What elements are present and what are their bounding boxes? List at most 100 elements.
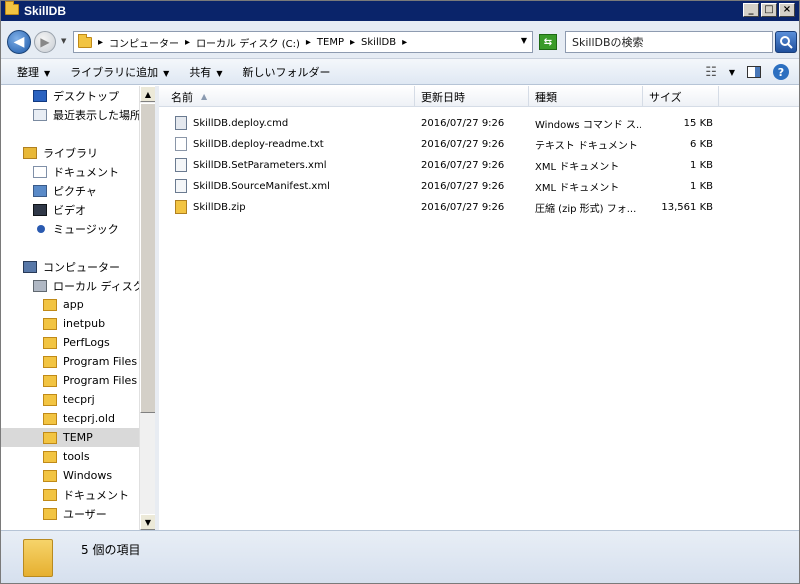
breadcrumb-separator[interactable]: ▸ bbox=[306, 37, 311, 48]
breadcrumb-separator[interactable]: ▸ bbox=[98, 37, 103, 48]
nav-label: inetpub bbox=[63, 317, 106, 330]
nav-item-app[interactable]: app bbox=[1, 295, 139, 314]
nav-label: PerfLogs bbox=[63, 336, 110, 349]
navigation-pane: デスクトップ 最近表示した場所 ライブラリ ドキュメント ピクチャ ビデオ ミュ… bbox=[1, 86, 139, 530]
folder-icon bbox=[23, 539, 53, 577]
title-bar[interactable]: SkillDB _ □ × bbox=[1, 1, 799, 21]
breadcrumb-drive[interactable]: ローカル ディスク (C:) bbox=[196, 35, 300, 50]
column-header-type[interactable]: 種類 bbox=[529, 86, 643, 107]
column-header-date[interactable]: 更新日時 bbox=[415, 86, 529, 107]
nav-item-documents-folder[interactable]: ドキュメント bbox=[1, 485, 139, 504]
nav-item-tools[interactable]: tools bbox=[1, 447, 139, 466]
search-input[interactable]: SkillDBの検索 bbox=[565, 31, 773, 53]
refresh-button[interactable]: ⇆ bbox=[539, 34, 557, 50]
breadcrumb-separator[interactable]: ▸ bbox=[185, 37, 190, 48]
help-icon[interactable]: ? bbox=[773, 64, 789, 80]
file-row[interactable]: SkillDB.zip 2016/07/27 9:26 圧縮 (zip 形式) … bbox=[159, 197, 799, 217]
details-pane: 5 個の項目 bbox=[1, 530, 799, 583]
breadcrumb-separator[interactable]: ▸ bbox=[402, 37, 407, 48]
preview-pane-icon[interactable] bbox=[747, 66, 761, 78]
text-file-icon bbox=[175, 137, 187, 151]
file-date: 2016/07/27 9:26 bbox=[421, 159, 505, 171]
new-folder-label: 新しいフォルダー bbox=[242, 65, 331, 79]
view-options-icon[interactable]: ☷ bbox=[705, 65, 717, 80]
nav-item-music[interactable]: ミュージック bbox=[1, 219, 139, 238]
file-size: 6 KB bbox=[690, 138, 713, 150]
item-count: 5 個の項目 bbox=[81, 543, 141, 557]
search-placeholder: SkillDBの検索 bbox=[572, 36, 644, 49]
chevron-down-icon: ▼ bbox=[44, 68, 51, 78]
nav-item-users[interactable]: ユーザー bbox=[1, 504, 139, 523]
nav-item-videos[interactable]: ビデオ bbox=[1, 200, 139, 219]
file-row[interactable]: SkillDB.SetParameters.xml 2016/07/27 9:2… bbox=[159, 155, 799, 175]
breadcrumb-skilldb[interactable]: SkillDB bbox=[361, 37, 396, 48]
nav-item-temp[interactable]: TEMP bbox=[1, 428, 139, 447]
nav-label: デスクトップ bbox=[53, 89, 119, 103]
breadcrumb-computer[interactable]: コンピューター bbox=[109, 35, 179, 50]
recent-pages-dropdown[interactable]: ▼ bbox=[61, 37, 66, 45]
nav-item-program-files-x86[interactable]: Program Files (: bbox=[1, 371, 139, 390]
chevron-down-icon: ▼ bbox=[216, 68, 223, 78]
breadcrumb-separator[interactable]: ▸ bbox=[350, 37, 355, 48]
close-button[interactable]: × bbox=[779, 3, 795, 17]
nav-label: tecprj.old bbox=[63, 412, 115, 425]
scroll-down-button[interactable]: ▼ bbox=[140, 514, 156, 530]
nav-item-desktop[interactable]: デスクトップ bbox=[1, 86, 139, 105]
nav-item-libraries[interactable]: ライブラリ bbox=[1, 143, 139, 162]
pictures-icon bbox=[33, 184, 47, 197]
file-row[interactable]: SkillDB.deploy-readme.txt 2016/07/27 9:2… bbox=[159, 134, 799, 154]
folder-icon bbox=[43, 431, 57, 444]
drive-icon bbox=[33, 279, 47, 292]
nav-item-computer[interactable]: コンピューター bbox=[1, 257, 139, 276]
column-size-label: サイズ bbox=[649, 90, 682, 104]
nav-item-inetpub[interactable]: inetpub bbox=[1, 314, 139, 333]
organize-button[interactable]: 整理 ▼ bbox=[17, 64, 50, 80]
breadcrumb-temp[interactable]: TEMP bbox=[317, 37, 344, 48]
file-name: SkillDB.deploy-readme.txt bbox=[193, 138, 324, 150]
new-folder-button[interactable]: 新しいフォルダー bbox=[242, 64, 330, 80]
folder-icon bbox=[78, 33, 92, 48]
maximize-button[interactable]: □ bbox=[761, 3, 777, 17]
nav-label: Windows bbox=[63, 469, 113, 482]
folder-icon bbox=[43, 374, 57, 387]
sort-ascending-icon: ▲ bbox=[201, 92, 208, 101]
address-dropdown[interactable]: ▼ bbox=[521, 36, 527, 45]
file-row[interactable]: SkillDB.deploy.cmd 2016/07/27 9:26 Windo… bbox=[159, 113, 799, 133]
share-button[interactable]: 共有 ▼ bbox=[189, 64, 222, 80]
minimize-button[interactable]: _ bbox=[743, 3, 759, 17]
add-to-library-button[interactable]: ライブラリに追加 ▼ bbox=[70, 64, 169, 80]
nav-item-tecprj[interactable]: tecprj bbox=[1, 390, 139, 409]
file-type: テキスト ドキュメント bbox=[535, 140, 638, 152]
nav-item-windows[interactable]: Windows bbox=[1, 466, 139, 485]
zip-folder-icon bbox=[175, 200, 187, 214]
scroll-up-button[interactable]: ▲ bbox=[140, 86, 156, 102]
address-row: ◀ ▶ ▼ ▸ コンピューター ▸ ローカル ディスク (C:) ▸ TEMP … bbox=[1, 21, 799, 59]
nav-label: 最近表示した場所 bbox=[53, 108, 139, 122]
nav-label: ミュージック bbox=[53, 222, 119, 236]
nav-item-local-disk[interactable]: ローカル ディスク (C bbox=[1, 276, 139, 295]
search-button[interactable] bbox=[775, 31, 797, 53]
file-date: 2016/07/27 9:26 bbox=[421, 117, 505, 129]
column-header-size[interactable]: サイズ bbox=[643, 86, 719, 107]
forward-arrow-icon: ▶ bbox=[40, 35, 50, 49]
address-bar[interactable]: ▸ コンピューター ▸ ローカル ディスク (C:) ▸ TEMP ▸ Skil… bbox=[73, 31, 533, 53]
nav-item-pictures[interactable]: ピクチャ bbox=[1, 181, 139, 200]
file-date: 2016/07/27 9:26 bbox=[421, 180, 505, 192]
folder-icon bbox=[43, 355, 57, 368]
view-dropdown[interactable]: ▼ bbox=[729, 68, 735, 77]
nav-item-perflogs[interactable]: PerfLogs bbox=[1, 333, 139, 352]
nav-item-tecprj-old[interactable]: tecprj.old bbox=[1, 409, 139, 428]
nav-item-program-files[interactable]: Program Files bbox=[1, 352, 139, 371]
back-button[interactable]: ◀ bbox=[7, 30, 31, 54]
column-header-name[interactable]: 名前 ▲ bbox=[165, 86, 415, 107]
nav-scrollbar[interactable]: ▲ ▼ bbox=[139, 86, 156, 530]
xml-file-icon bbox=[175, 179, 187, 193]
scroll-thumb[interactable] bbox=[140, 103, 156, 413]
file-size: 1 KB bbox=[690, 159, 713, 171]
nav-item-recent-places[interactable]: 最近表示した場所 bbox=[1, 105, 139, 124]
nav-item-documents[interactable]: ドキュメント bbox=[1, 162, 139, 181]
nav-label: ドキュメント bbox=[63, 488, 129, 502]
file-row[interactable]: SkillDB.SourceManifest.xml 2016/07/27 9:… bbox=[159, 176, 799, 196]
forward-button[interactable]: ▶ bbox=[34, 31, 56, 53]
search-icon bbox=[780, 36, 793, 49]
